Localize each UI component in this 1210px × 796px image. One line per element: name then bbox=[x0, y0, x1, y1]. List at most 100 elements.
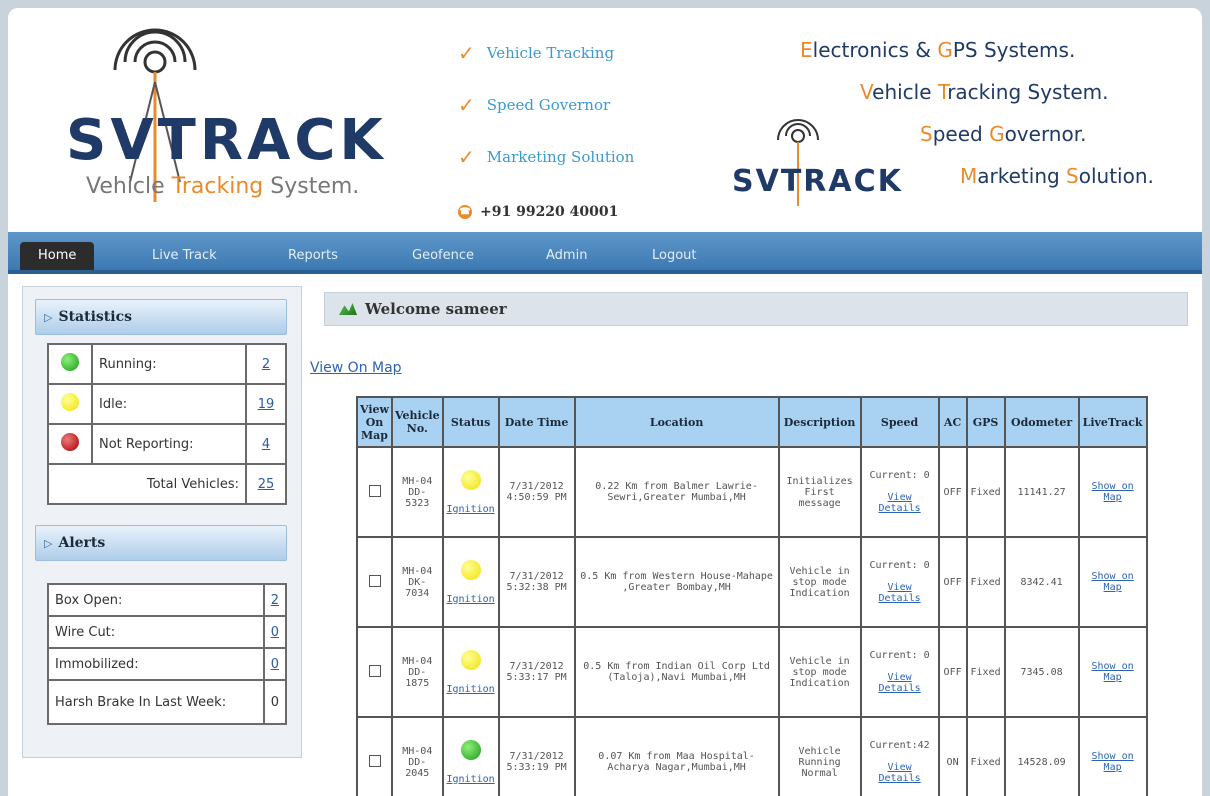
alert-row: Box Open: 2 bbox=[47, 583, 288, 617]
col-vehicle-no: Vehicle No. bbox=[391, 396, 444, 448]
nav-geofence[interactable]: Geofence bbox=[394, 242, 492, 270]
ignition-link[interactable]: Ignition bbox=[446, 684, 494, 695]
promo-line: Electronics & GPS Systems. bbox=[800, 38, 1076, 62]
stat-label: Idle: bbox=[91, 383, 247, 425]
nav-reports[interactable]: Reports bbox=[270, 242, 356, 270]
description: Initializes First message bbox=[777, 446, 862, 538]
view-details-link[interactable]: View Details bbox=[879, 672, 921, 694]
stat-row: Running: 2 bbox=[47, 343, 287, 385]
stat-count-link[interactable]: 4 bbox=[245, 423, 287, 465]
col-gps: GPS bbox=[965, 396, 1006, 448]
col-description: Description bbox=[777, 396, 862, 448]
vehicle-table: View On Map Vehicle No. Status Date Time… bbox=[356, 396, 1148, 796]
main-nav: Home Live Track Reports Geofence Admin L… bbox=[8, 232, 1202, 274]
speed-current: Current: 0 bbox=[869, 560, 930, 571]
triangle-right-icon: ▷ bbox=[44, 310, 53, 324]
statistics-table: Running: 2 Idle: 19 Not Reporting: 4 Tot… bbox=[47, 343, 287, 505]
alert-row: Wire Cut: 0 bbox=[47, 615, 288, 649]
alert-row: Harsh Brake In Last Week: 0 bbox=[47, 679, 288, 725]
left-panel: ▷ Statistics Running: 2 Idle: 19 Not Repo… bbox=[22, 286, 302, 758]
total-vehicles-label: Total Vehicles: bbox=[47, 463, 247, 505]
stat-row: Idle: 19 bbox=[47, 383, 287, 425]
alerts-header[interactable]: ▷ Alerts bbox=[35, 525, 287, 561]
view-details-link[interactable]: View Details bbox=[879, 762, 921, 784]
gps-status: Fixed bbox=[965, 446, 1006, 538]
ac-status: ON bbox=[937, 716, 968, 796]
promo-line: Vehicle Tracking System. bbox=[860, 80, 1109, 104]
show-on-map-link[interactable]: Show on Map bbox=[1092, 661, 1134, 683]
stat-count-link[interactable]: 2 bbox=[245, 343, 287, 385]
stat-count-link[interactable]: 19 bbox=[245, 383, 287, 425]
col-view-on-map: View On Map bbox=[356, 396, 393, 448]
alert-count-link[interactable]: 2 bbox=[262, 583, 288, 617]
vehicle-no: MH-04 DK- 7034 bbox=[391, 536, 444, 628]
view-on-map-checkbox[interactable] bbox=[368, 484, 381, 497]
date-time: 7/31/2012 5:32:38 PM bbox=[497, 536, 576, 628]
ac-status: OFF bbox=[937, 536, 968, 628]
phone-icon: ☎ bbox=[458, 205, 472, 219]
view-on-map-checkbox[interactable] bbox=[368, 754, 381, 767]
logo-tagline: Vehicle Tracking System. bbox=[86, 174, 360, 199]
total-vehicles-link[interactable]: 25 bbox=[245, 463, 287, 505]
speed-current: Current: 0 bbox=[869, 470, 930, 481]
stat-total-row: Total Vehicles: 25 bbox=[47, 463, 287, 505]
location: 0.5 Km from Western House-Mahape ,Greate… bbox=[573, 536, 780, 628]
show-on-map-link[interactable]: Show on Map bbox=[1092, 571, 1134, 593]
location: 0.07 Km from Maa Hospital-Acharya Nagar,… bbox=[573, 716, 780, 796]
description: Vehicle in stop mode Indication bbox=[777, 626, 862, 718]
nav-admin[interactable]: Admin bbox=[528, 242, 605, 270]
col-odometer: Odometer bbox=[1003, 396, 1080, 448]
gps-status: Fixed bbox=[965, 536, 1006, 628]
alerts-table: Box Open: 2 Wire Cut: 0 Immobilized: 0 H… bbox=[47, 583, 288, 725]
description: Vehicle in stop mode Indication bbox=[777, 536, 862, 628]
promo-line: Speed Governor. bbox=[920, 122, 1087, 146]
ignition-link[interactable]: Ignition bbox=[446, 774, 494, 785]
idle-status-icon bbox=[460, 649, 481, 670]
chart-icon bbox=[339, 303, 357, 315]
feature-item: ✓ Speed Governor bbox=[458, 93, 611, 117]
table-header-row: View On Map Vehicle No. Status Date Time… bbox=[356, 396, 1148, 448]
odometer: 7345.08 bbox=[1003, 626, 1080, 718]
vehicle-no: MH-04 DD- 2045 bbox=[391, 716, 444, 796]
view-on-map-checkbox[interactable] bbox=[368, 664, 381, 677]
table-row: MH-04 DD- 5323 Ignition 7/31/2012 4:50:5… bbox=[356, 446, 1148, 538]
table-row: MH-04 DD- 2045 Ignition 7/31/2012 5:33:1… bbox=[356, 716, 1148, 796]
alert-count-link[interactable]: 0 bbox=[262, 615, 288, 649]
date-time: 7/31/2012 5:33:17 PM bbox=[497, 626, 576, 718]
logo-small-text: SVTRACK bbox=[732, 164, 903, 199]
alert-count-link[interactable]: 0 bbox=[262, 647, 288, 681]
show-on-map-link[interactable]: Show on Map bbox=[1092, 481, 1134, 503]
table-row: MH-04 DK- 7034 Ignition 7/31/2012 5:32:3… bbox=[356, 536, 1148, 628]
show-on-map-link[interactable]: Show on Map bbox=[1092, 751, 1134, 773]
view-details-link[interactable]: View Details bbox=[879, 582, 921, 604]
vehicle-no: MH-04 DD- 1875 bbox=[391, 626, 444, 718]
triangle-right-icon: ▷ bbox=[44, 536, 53, 550]
idle-status-icon bbox=[460, 559, 481, 580]
location: 0.22 Km from Balmer Lawrie-Sewri,Greater… bbox=[573, 446, 780, 538]
check-icon: ✓ bbox=[458, 41, 475, 65]
col-location: Location bbox=[573, 396, 780, 448]
view-on-map-link[interactable]: View On Map bbox=[310, 360, 402, 376]
date-time: 7/31/2012 5:33:19 PM bbox=[497, 716, 576, 796]
promo-line: Marketing Solution. bbox=[960, 164, 1154, 188]
nav-home[interactable]: Home bbox=[20, 242, 95, 270]
col-speed: Speed bbox=[859, 396, 940, 448]
col-livetrack: LiveTrack bbox=[1077, 396, 1148, 448]
ignition-link[interactable]: Ignition bbox=[446, 594, 494, 605]
feature-item: ✓ Vehicle Tracking bbox=[458, 41, 615, 65]
not-reporting-status-icon bbox=[61, 433, 79, 451]
view-details-link[interactable]: View Details bbox=[879, 492, 921, 514]
stat-label: Not Reporting: bbox=[91, 423, 247, 465]
page-frame: SVTRACK Vehicle Tracking System. ✓ Vehicl… bbox=[8, 8, 1202, 796]
odometer: 11141.27 bbox=[1003, 446, 1080, 538]
statistics-header[interactable]: ▷ Statistics bbox=[35, 299, 287, 335]
view-on-map-checkbox[interactable] bbox=[368, 574, 381, 587]
alert-row: Immobilized: 0 bbox=[47, 647, 288, 681]
vehicle-no: MH-04 DD- 5323 bbox=[391, 446, 444, 538]
ignition-link[interactable]: Ignition bbox=[446, 504, 494, 515]
nav-live-track[interactable]: Live Track bbox=[134, 242, 235, 270]
nav-logout[interactable]: Logout bbox=[634, 242, 715, 270]
description: Vehicle Running Normal bbox=[777, 716, 862, 796]
col-date-time: Date Time bbox=[497, 396, 576, 448]
date-time: 7/31/2012 4:50:59 PM bbox=[497, 446, 576, 538]
